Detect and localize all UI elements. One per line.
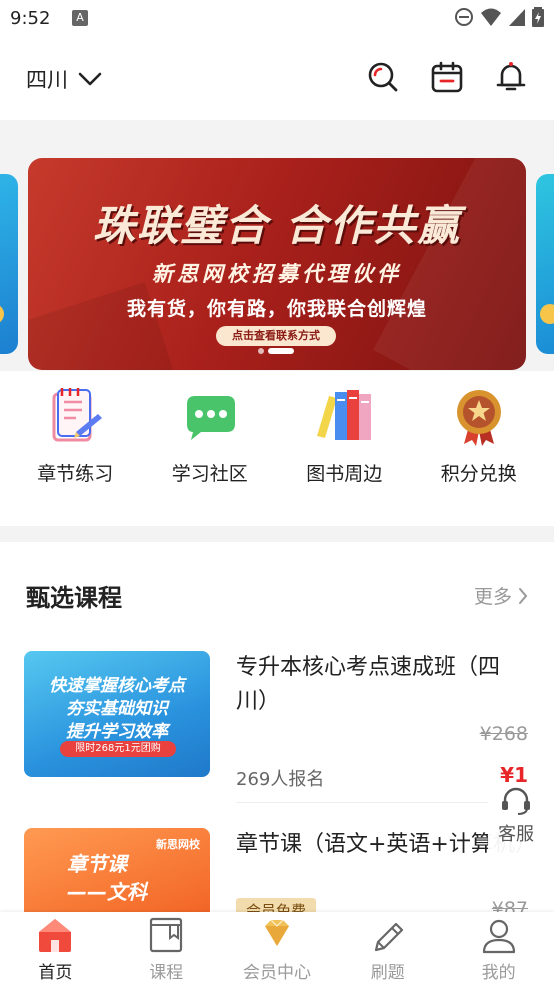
notification-icon: A [72, 10, 88, 26]
banner-next-preview[interactable] [536, 174, 554, 354]
carousel-dot-active[interactable] [268, 348, 294, 354]
do-not-disturb-icon [455, 8, 473, 26]
thumb-text: ——文科 [67, 880, 147, 904]
course-card[interactable]: 新思网校 章节课 ——文科 章节课（语文+英语+计算机） 会员免费 ¥87 [24, 828, 530, 912]
battery-icon [532, 7, 544, 27]
section-separator [0, 526, 554, 542]
course-card[interactable]: 快速掌握核心考点 夯实基础知识 提升学习效率 限时268元1元团购 专升本核心考… [24, 651, 530, 807]
nav-label: 刷题 [370, 963, 405, 983]
quick-entry-label: 学习社区 [171, 463, 248, 485]
status-bar: 9:52 A [0, 0, 554, 40]
quick-entry-books[interactable]: 图书周边 [284, 385, 404, 515]
bottom-nav: 首页 课程 会员中心 刷题 我的 [0, 912, 554, 984]
chat-bubble-icon [178, 385, 242, 449]
chevron-down-icon [78, 72, 102, 86]
thumb-text: 夯实基础知识 [66, 699, 168, 719]
nav-label: 我的 [481, 963, 516, 983]
wifi-icon [481, 8, 501, 26]
header-separator [0, 120, 554, 156]
region-label: 四川 [26, 68, 68, 92]
diamond-icon [264, 919, 289, 946]
enroll-count: 269人报名 [236, 769, 325, 790]
region-selector[interactable]: 四川 [26, 64, 102, 94]
quick-entry-chapter-practice[interactable]: 章节练习 [15, 385, 135, 515]
nav-label: 课程 [149, 963, 184, 983]
thumb-text: 快速掌握核心考点 [49, 676, 185, 696]
current-price: ¥1 [500, 763, 528, 787]
course-title[interactable]: 章节课（语文+英语+计算机） [236, 828, 530, 862]
notebook-pencil-icon [43, 385, 107, 449]
course-thumbnail[interactable]: 快速掌握核心考点 夯实基础知识 提升学习效率 限时268元1元团购 [24, 651, 210, 777]
thumb-promo-tag: 限时268元1元团购 [60, 741, 176, 757]
quick-entry-label: 章节练习 [37, 463, 114, 485]
course-title[interactable]: 专升本核心考点速成班（四川） [236, 651, 526, 719]
home-icon [39, 919, 72, 952]
top-header: 四川 [0, 40, 554, 120]
pencil-icon [374, 922, 403, 952]
section-title: 甄选课程 [26, 584, 122, 612]
headset-icon [502, 787, 530, 815]
carousel-dot[interactable] [258, 348, 264, 354]
banner-prev-preview[interactable] [0, 174, 18, 354]
member-free-badge: 会员免费 [236, 898, 317, 912]
user-icon [482, 919, 515, 954]
course-divider [236, 802, 530, 803]
quick-entry-points-exchange[interactable]: 积分兑换 [419, 385, 539, 515]
original-price: ¥87 [491, 898, 528, 912]
original-price: ¥268 [479, 723, 528, 745]
nav-home[interactable]: 首页 [0, 912, 110, 984]
quick-entry-label: 图书周边 [306, 463, 383, 485]
customer-service-label: 客服 [498, 824, 534, 845]
thumb-text: 提升学习效率 [66, 722, 168, 742]
bell-icon[interactable] [494, 60, 528, 94]
book-icon [150, 917, 183, 953]
quick-entry-label: 积分兑换 [440, 463, 517, 485]
quick-entry-community[interactable]: 学习社区 [150, 385, 270, 515]
banner-title: 珠联璧合 合作共赢 [92, 201, 462, 250]
banner-carousel[interactable]: 珠联璧合 合作共赢 新思网校招募代理伙伴 我有货，你有路，你我联合创辉煌 点击查… [0, 156, 554, 371]
customer-service-button[interactable]: 客服 [488, 786, 544, 856]
chevron-right-icon [519, 587, 528, 604]
more-link[interactable]: 更多 [474, 582, 528, 609]
banner-tagline: 我有货，你有路，你我联合创辉煌 [126, 298, 427, 320]
nav-practice[interactable]: 刷题 [333, 912, 443, 984]
status-icons [454, 6, 544, 28]
header-actions [366, 60, 528, 94]
nav-label: 会员中心 [242, 963, 311, 983]
nav-profile[interactable]: 我的 [444, 912, 554, 984]
medal-icon [447, 385, 511, 449]
banner-slide[interactable]: 珠联璧合 合作共赢 新思网校招募代理伙伴 我有货，你有路，你我联合创辉煌 点击查… [28, 158, 526, 370]
signal-icon [509, 9, 525, 26]
banner-subtitle: 新思网校招募代理伙伴 [152, 262, 402, 286]
search-icon[interactable] [366, 60, 400, 94]
quick-entry-grid: 章节练习 学习社区 图书周边 积分兑换 [0, 385, 554, 515]
course-thumbnail[interactable]: 新思网校 章节课 ——文科 [24, 828, 210, 912]
calendar-icon[interactable] [430, 60, 464, 94]
thumb-text: 章节课 [67, 852, 127, 876]
nav-member-center[interactable]: 会员中心 [222, 912, 332, 984]
carousel-indicator [258, 348, 294, 354]
status-time: 9:52 [10, 8, 51, 29]
books-icon [312, 385, 376, 449]
more-label: 更多 [473, 586, 512, 608]
nav-courses[interactable]: 课程 [111, 912, 221, 984]
nav-label: 首页 [38, 963, 73, 983]
banner-contact-button[interactable]: 点击查看联系方式 [216, 326, 336, 346]
